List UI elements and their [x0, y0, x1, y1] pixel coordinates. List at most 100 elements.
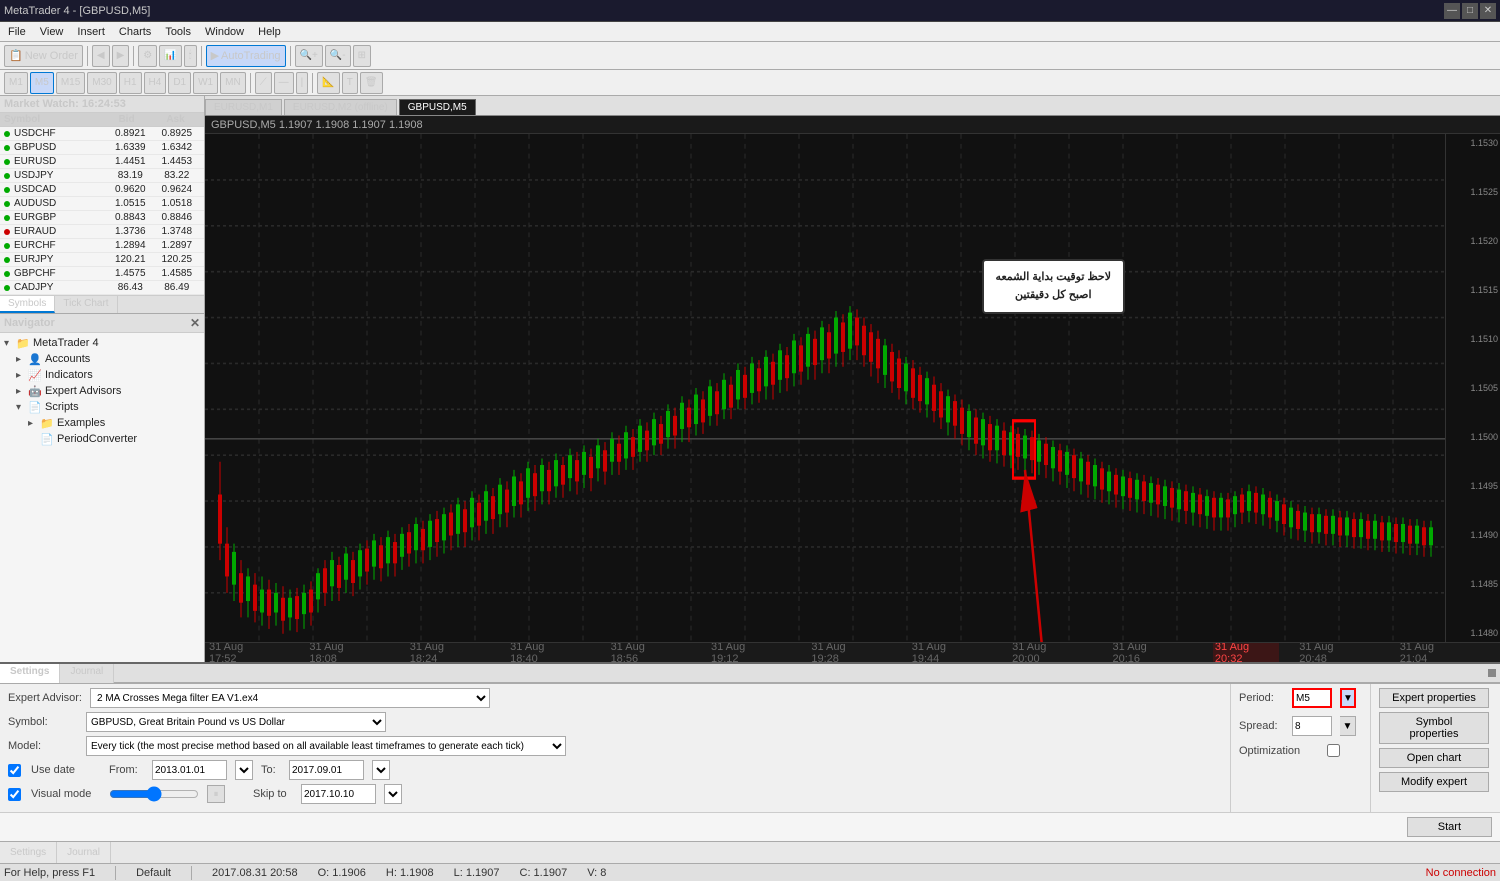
visual-mode-checkbox[interactable] — [8, 788, 21, 801]
nav-expand-icon: ▸ — [28, 418, 40, 429]
menu-help[interactable]: Help — [252, 22, 287, 41]
market-watch-row[interactable]: AUDUSD 1.0515 1.0518 — [0, 197, 204, 211]
market-watch-row[interactable]: CADJPY 86.43 86.49 — [0, 281, 204, 295]
chart-canvas[interactable]: لاحظ توقيت بداية الشمعه اصبح كل دقيقتين — [205, 134, 1445, 642]
window-controls: — □ ✕ — [1444, 3, 1496, 19]
nav-item-periodconverter[interactable]: 📄 PeriodConverter — [0, 431, 204, 447]
properties-btn[interactable]: ⚙ — [138, 45, 157, 67]
market-watch-bid: 0.9620 — [107, 184, 154, 195]
market-watch-row[interactable]: USDCAD 0.9620 0.9624 — [0, 183, 204, 197]
close-btn[interactable]: ✕ — [1480, 3, 1496, 19]
tf-w1[interactable]: W1 — [193, 72, 218, 94]
new-order-btn[interactable]: 📋 New Order — [4, 45, 83, 67]
skip-to-input[interactable] — [301, 784, 376, 804]
modify-expert-btn[interactable]: Modify expert — [1379, 772, 1489, 792]
maximize-btn[interactable]: □ — [1462, 3, 1478, 19]
nav-item-scripts[interactable]: ▾ 📄 Scripts — [0, 399, 204, 415]
fib-tool[interactable]: 📐 — [317, 72, 339, 94]
expert-properties-btn[interactable]: Expert properties — [1379, 688, 1489, 708]
minimize-btn[interactable]: — — [1444, 3, 1460, 19]
start-btn[interactable]: Start — [1407, 817, 1492, 837]
zoom-in-btn[interactable]: 🔍+ — [295, 45, 323, 67]
tf-h4[interactable]: H4 — [144, 72, 167, 94]
market-watch-ask: 0.8846 — [154, 212, 201, 223]
tester-tab-settings[interactable]: Settings — [0, 664, 60, 683]
nav-item-indicators[interactable]: ▸ 📈 Indicators — [0, 367, 204, 383]
nav-item-expert-advisors[interactable]: ▸ 🤖 Expert Advisors — [0, 383, 204, 399]
spread-input[interactable] — [1292, 716, 1332, 736]
zoom-out-btn[interactable]: 🔍- — [325, 45, 351, 67]
market-watch-row[interactable]: GBPCHF 1.4575 1.4585 — [0, 267, 204, 281]
menu-file[interactable]: File — [2, 22, 32, 41]
market-watch-row[interactable]: USDCHF 0.8921 0.8925 — [0, 127, 204, 141]
symbol-select[interactable]: GBPUSD, Great Britain Pound vs US Dollar — [86, 712, 386, 732]
market-watch-row[interactable]: GBPUSD 1.6339 1.6342 — [0, 141, 204, 155]
nav-item-accounts[interactable]: ▸ 👤 Accounts — [0, 351, 204, 367]
chart-tab-gbpusd-m5[interactable]: GBPUSD,M5 — [399, 99, 476, 115]
ea-dropdown[interactable]: 2 MA Crosses Mega filter EA V1.ex4 — [90, 688, 490, 708]
chart-tab-eurusd-m2[interactable]: EURUSD,M2 (offline) — [284, 99, 397, 115]
tester-resize-icon[interactable] — [1488, 669, 1496, 677]
period-input[interactable] — [1292, 688, 1332, 708]
tab-symbols[interactable]: Symbols — [0, 296, 55, 313]
market-watch-symbol: AUDUSD — [14, 198, 107, 209]
speed-slider[interactable] — [109, 787, 199, 801]
text-tool[interactable]: T — [342, 72, 358, 94]
date-row: Use date From: To: — [8, 760, 1222, 780]
from-cal[interactable] — [235, 760, 253, 780]
tab-tick-chart[interactable]: Tick Chart — [55, 296, 117, 313]
use-date-checkbox[interactable] — [8, 764, 21, 777]
back-btn[interactable]: ◀ — [92, 45, 110, 67]
to-cal[interactable] — [372, 760, 390, 780]
symbol-properties-btn[interactable]: Symbol properties — [1379, 712, 1489, 744]
tf-h1[interactable]: H1 — [119, 72, 142, 94]
chart-type-bar[interactable]: 📊 — [159, 45, 181, 67]
bottom-tab-settings[interactable]: Settings — [0, 842, 57, 863]
vline-tool[interactable]: | — [296, 72, 309, 94]
forward-btn[interactable]: ▶ — [112, 45, 130, 67]
chart-tab-eurusd-m1[interactable]: EURUSD,M1 — [205, 99, 282, 115]
tf-m5[interactable]: M5 — [30, 72, 54, 94]
tester-tab-journal[interactable]: Journal — [60, 664, 114, 683]
autotrading-btn[interactable]: ▶ AutoTrading — [206, 45, 286, 67]
delete-tool[interactable]: 🗑 — [360, 72, 383, 94]
to-input[interactable] — [289, 760, 364, 780]
nav-item-examples[interactable]: ▸ 📁 Examples — [0, 415, 204, 431]
spread-dropdown-btn[interactable]: ▼ — [1340, 716, 1356, 736]
from-input[interactable] — [152, 760, 227, 780]
hline-tool[interactable]: — — [274, 72, 294, 94]
market-watch-row[interactable]: EURCHF 1.2894 1.2897 — [0, 239, 204, 253]
period-dropdown-btn[interactable]: ▼ — [1340, 688, 1356, 708]
open-chart-btn[interactable]: Open chart — [1379, 748, 1489, 768]
skip-to-cal[interactable] — [384, 784, 402, 804]
menu-insert[interactable]: Insert — [71, 22, 111, 41]
chart-type-candle[interactable]: 🕯 — [184, 45, 197, 67]
navigator-close-btn[interactable]: ✕ — [190, 316, 200, 330]
market-watch-row[interactable]: EURJPY 120.21 120.25 — [0, 253, 204, 267]
menu-charts[interactable]: Charts — [113, 22, 157, 41]
bottom-tab-journal[interactable]: Journal — [57, 842, 111, 863]
tf-m30[interactable]: M30 — [87, 72, 116, 94]
menu-tools[interactable]: Tools — [159, 22, 197, 41]
market-watch-row[interactable]: EURAUD 1.3736 1.3748 — [0, 225, 204, 239]
model-select[interactable]: Every tick (the most precise method base… — [86, 736, 566, 756]
pause-btn[interactable]: ⏸ — [207, 785, 225, 803]
chart-grid-btn[interactable]: ⊞ — [353, 45, 371, 67]
market-watch-row[interactable]: EURGBP 0.8843 0.8846 — [0, 211, 204, 225]
market-watch-ask: 86.49 — [154, 282, 201, 293]
tf-mn[interactable]: MN — [220, 72, 246, 94]
market-watch-columns: Symbol Bid Ask — [0, 113, 204, 127]
price-1505: 1.1505 — [1448, 383, 1498, 393]
to-label: To: — [261, 764, 281, 776]
market-watch-row[interactable]: USDJPY 83.19 83.22 — [0, 169, 204, 183]
autotrading-icon: ▶ — [211, 49, 219, 62]
menu-view[interactable]: View — [34, 22, 70, 41]
tf-d1[interactable]: D1 — [168, 72, 191, 94]
optimization-checkbox[interactable] — [1327, 744, 1340, 757]
tf-m15[interactable]: M15 — [56, 72, 85, 94]
market-watch-row[interactable]: EURUSD 1.4451 1.4453 — [0, 155, 204, 169]
nav-item-metatrader-4[interactable]: ▾ 📁 MetaTrader 4 — [0, 335, 204, 351]
tf-m1[interactable]: M1 — [4, 72, 28, 94]
menu-window[interactable]: Window — [199, 22, 250, 41]
line-tool[interactable]: ⟋ — [255, 72, 272, 94]
